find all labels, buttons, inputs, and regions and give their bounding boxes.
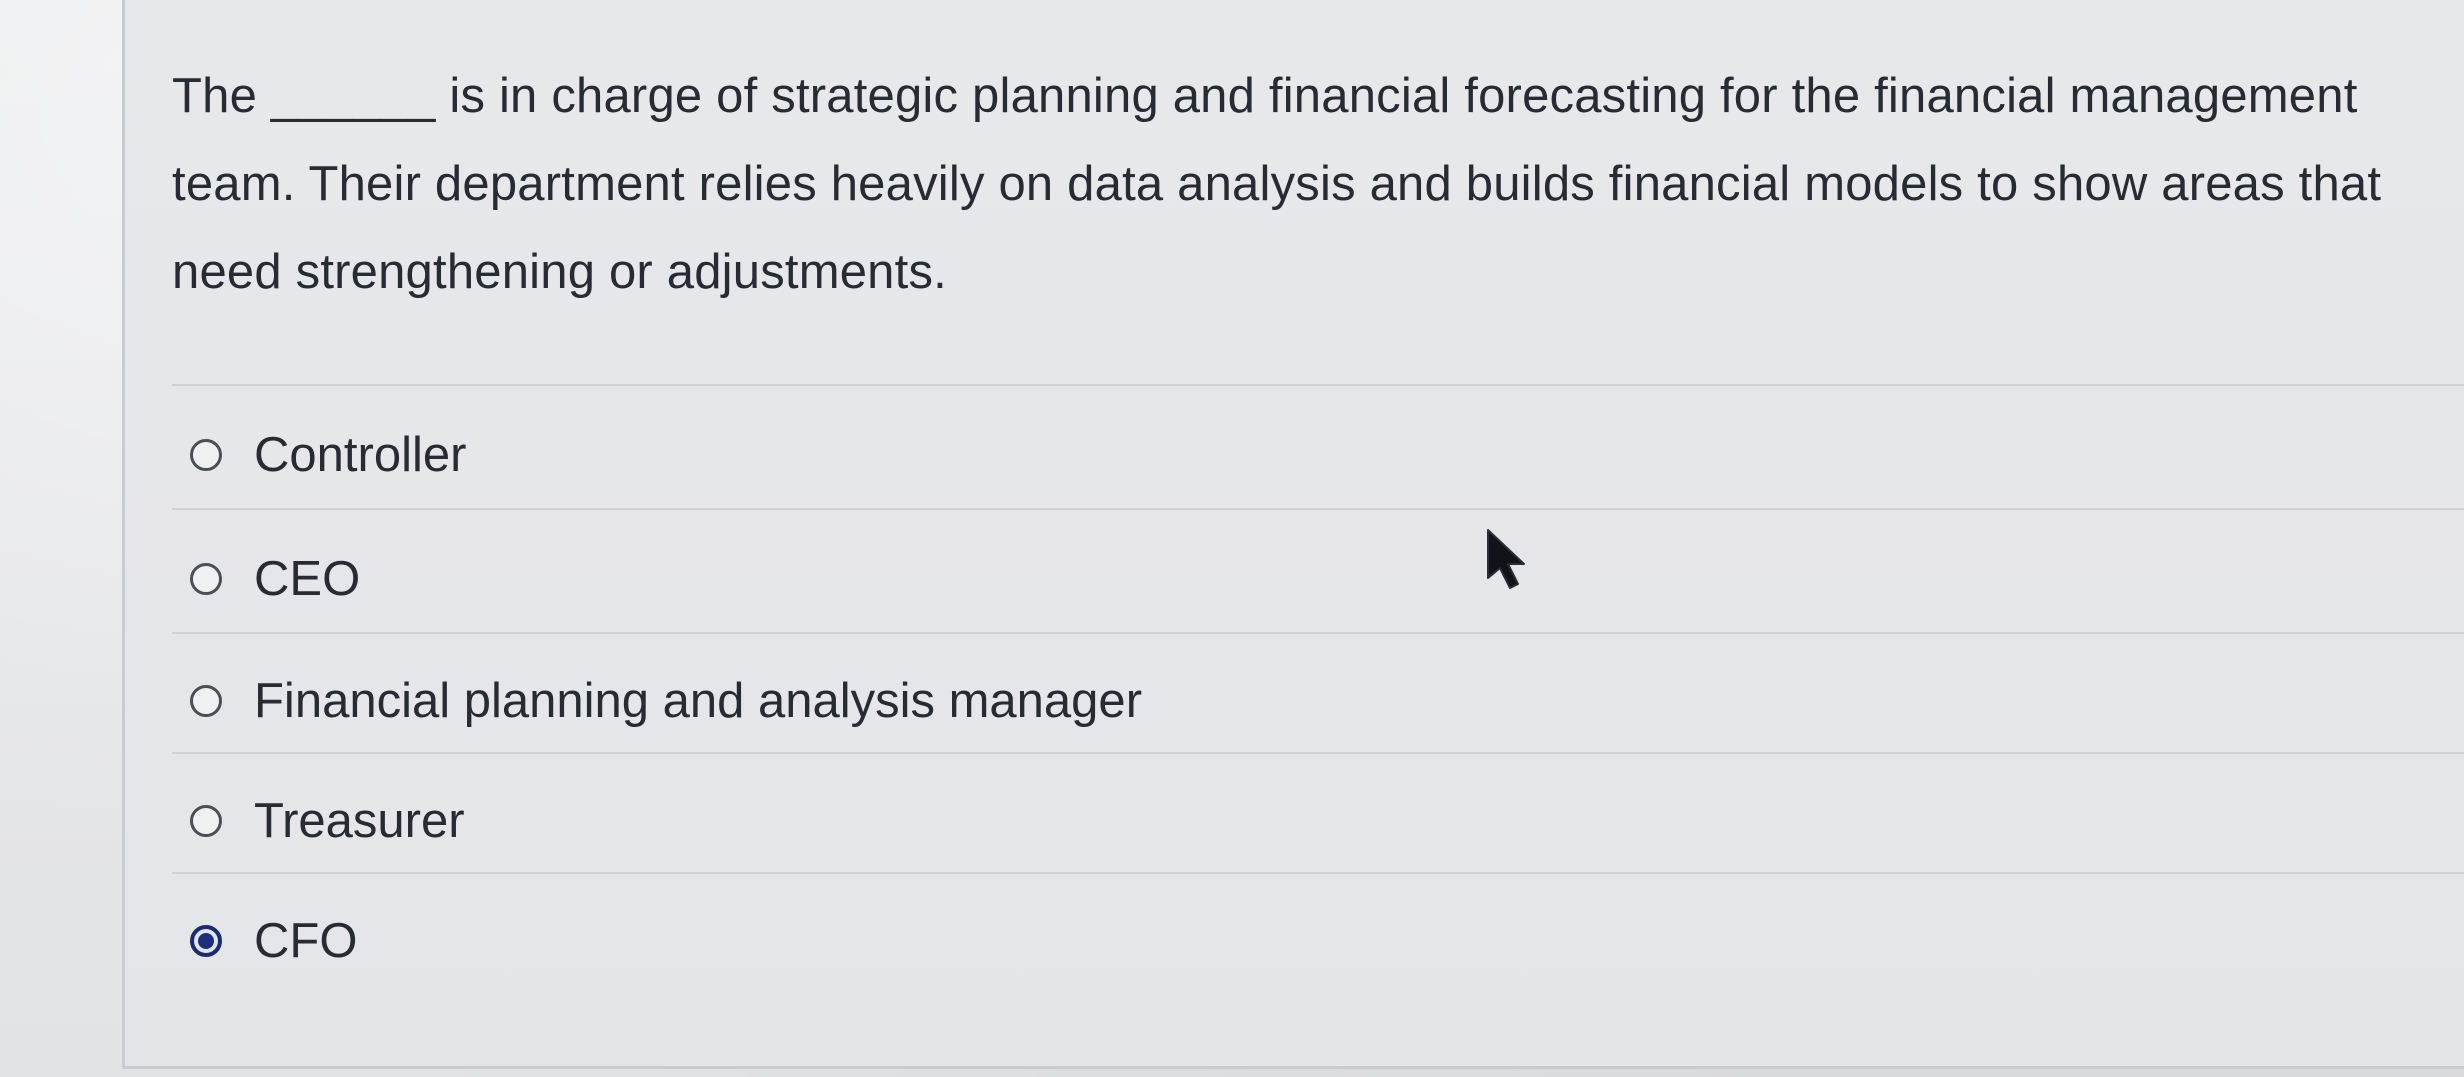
option-fpa-manager[interactable]: Financial planning and analysis manager [190, 666, 1142, 736]
radio-button-icon[interactable] [190, 805, 222, 837]
option-divider [172, 752, 2464, 754]
question-text: The ______ is in charge of strategic pla… [172, 69, 2382, 299]
option-label: Treasurer [254, 794, 465, 848]
option-cfo[interactable]: CFO [190, 906, 357, 976]
radio-dot-icon [198, 933, 214, 949]
option-ceo[interactable]: CEO [190, 544, 360, 614]
option-label: CEO [254, 552, 361, 606]
option-treasurer[interactable]: Treasurer [190, 786, 465, 856]
options-divider-top [172, 384, 2464, 386]
option-divider [172, 872, 2464, 874]
radio-button-icon[interactable] [190, 439, 222, 471]
option-label: Financial planning and analysis manager [254, 674, 1143, 728]
option-label: CFO [254, 914, 358, 968]
radio-button-icon[interactable] [190, 563, 222, 595]
option-divider [172, 508, 2464, 510]
radio-button-selected-icon[interactable] [190, 925, 222, 957]
radio-button-icon[interactable] [190, 685, 222, 717]
option-label: Controller [254, 428, 467, 482]
option-controller[interactable]: Controller [190, 420, 466, 490]
arrow-pointer-icon [1487, 529, 1525, 589]
option-divider [172, 632, 2464, 634]
